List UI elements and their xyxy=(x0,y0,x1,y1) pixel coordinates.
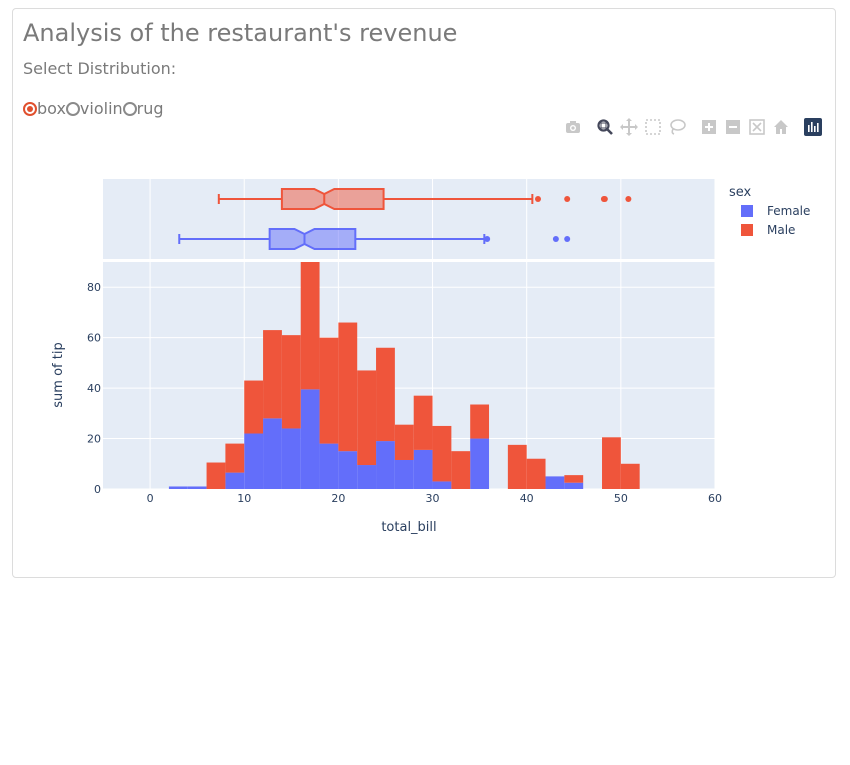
lasso-select-icon[interactable] xyxy=(668,118,686,136)
reset-axes-icon[interactable] xyxy=(772,118,790,136)
radio-rug-input[interactable] xyxy=(122,101,137,116)
autoscale-icon[interactable] xyxy=(748,118,766,136)
camera-icon[interactable] xyxy=(564,118,582,136)
zoom-out-icon[interactable] xyxy=(724,118,742,136)
page-title: Analysis of the restaurant's revenue xyxy=(23,19,458,47)
radio-rug-label: rug xyxy=(136,99,164,118)
radio-option-violin[interactable]: violin xyxy=(65,99,123,118)
zoom-icon[interactable] xyxy=(596,118,614,136)
radio-option-box[interactable]: box xyxy=(23,99,66,118)
box-select-icon[interactable] xyxy=(644,118,662,136)
radio-box-label: box xyxy=(37,99,66,118)
distribution-radio-group: box violin rug xyxy=(23,99,164,118)
radio-violin-label: violin xyxy=(79,99,123,118)
plotly-logo-icon[interactable] xyxy=(804,118,822,136)
zoom-in-icon[interactable] xyxy=(700,118,718,136)
dashboard-card: Analysis of the restaurant's revenue Sel… xyxy=(12,8,836,578)
radio-option-rug[interactable]: rug xyxy=(122,99,164,118)
radio-violin-input[interactable] xyxy=(65,101,80,116)
pan-icon[interactable] xyxy=(620,118,638,136)
distribution-select-label: Select Distribution: xyxy=(23,59,177,78)
radio-box-input[interactable] xyxy=(23,101,37,116)
